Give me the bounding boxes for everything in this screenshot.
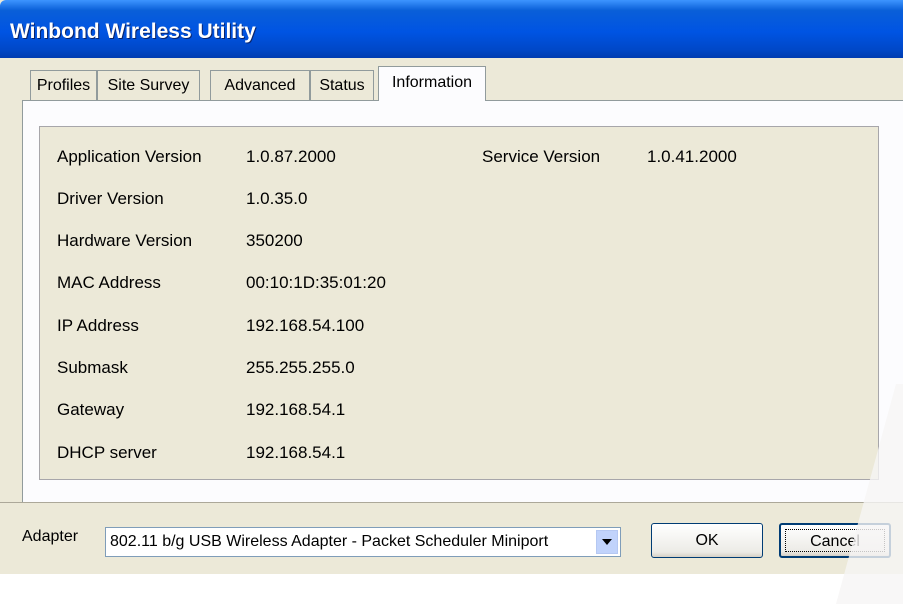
adapter-select-value: 802.11 b/g USB Wireless Adapter - Packet…: [110, 533, 549, 550]
tab-information[interactable]: Information: [378, 66, 486, 101]
app-version-label: Application Version: [57, 147, 202, 166]
mac-address-value: 00:10:1D:35:01:20: [246, 273, 386, 292]
hardware-version-label: Hardware Version: [57, 231, 193, 250]
driver-version-value: 1.0.35.0: [246, 189, 308, 208]
dhcp-server-label: DHCP server: [57, 443, 157, 462]
tab-status[interactable]: Status: [310, 70, 374, 100]
title-bar[interactable]: Winbond Wireless Utility: [0, 0, 903, 58]
service-version-value: 1.0.41.2000: [647, 147, 737, 166]
tab-site-survey[interactable]: Site Survey: [97, 70, 200, 100]
adapter-label: Adapter: [22, 528, 79, 545]
dhcp-server-value: 192.168.54.1: [246, 443, 346, 462]
driver-version-label: Driver Version: [57, 189, 164, 208]
tab-advanced[interactable]: Advanced: [210, 70, 310, 100]
ip-address-value: 192.168.54.100: [246, 316, 365, 335]
submask-label: Submask: [57, 358, 128, 377]
window-title: Winbond Wireless Utility: [10, 20, 256, 43]
dropdown-arrow-icon[interactable]: [596, 530, 618, 554]
gateway-value: 192.168.54.1: [246, 400, 346, 419]
footer-divider: [0, 502, 903, 503]
ok-button[interactable]: OK: [651, 523, 763, 558]
hardware-version-value: 350200: [246, 231, 303, 250]
app-version-value: 1.0.87.2000: [246, 147, 336, 166]
utility-window: Winbond Wireless Utility Profiles Site S…: [0, 0, 903, 604]
tab-profiles[interactable]: Profiles: [30, 70, 97, 100]
information-group: [39, 126, 879, 480]
ip-address-label: IP Address: [57, 316, 139, 335]
gateway-label: Gateway: [57, 400, 125, 419]
submask-value: 255.255.255.0: [246, 358, 355, 377]
service-version-label: Service Version: [482, 147, 601, 166]
watermark-icon: [836, 384, 903, 604]
adapter-select[interactable]: 802.11 b/g USB Wireless Adapter - Packet…: [105, 527, 621, 557]
mac-address-label: MAC Address: [57, 273, 161, 292]
